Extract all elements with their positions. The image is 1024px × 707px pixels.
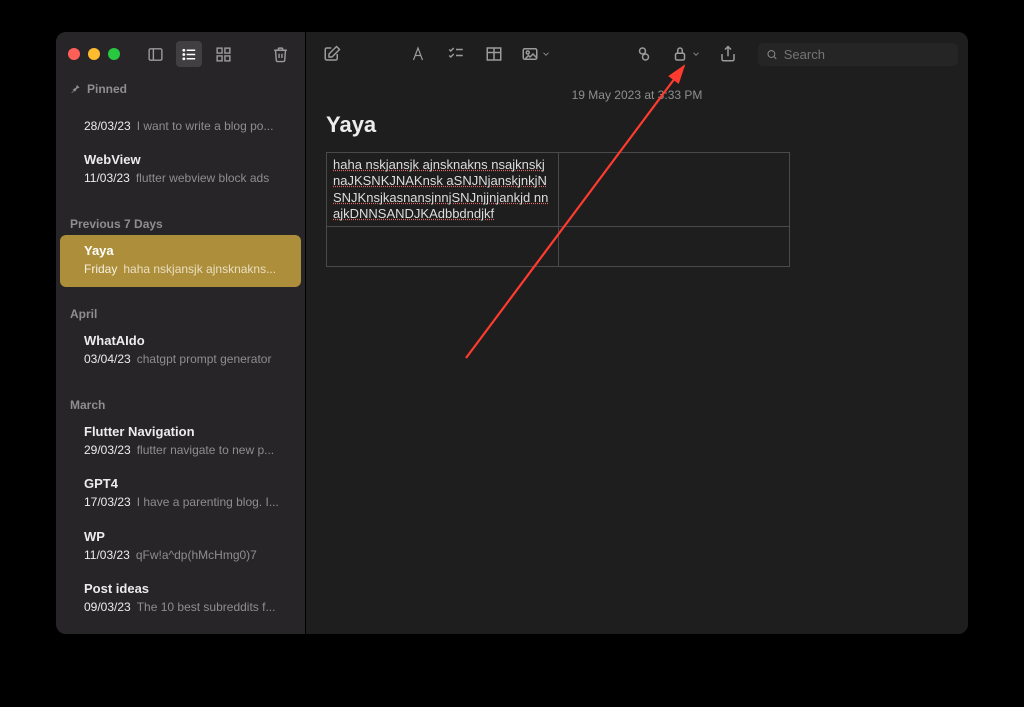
checklist-icon[interactable] [440,40,472,68]
search-input[interactable] [784,47,950,62]
note-item-date: 28/03/23 [84,119,131,135]
note-item-preview: flutter navigate to new p... [137,443,287,459]
pinned-label: Pinned [87,82,127,96]
section-header: Previous 7 Days [56,211,305,235]
table-cell-2-1[interactable] [327,227,559,267]
list-view-icon[interactable] [176,41,202,67]
note-list-item[interactable]: GPT4 17/03/23 I have a parenting blog. I..… [60,468,301,520]
format-text-icon[interactable] [402,40,434,68]
note-item-date: 11/03/23 [84,171,130,187]
main-pane: 19 May 2023 at 3:33 PM Yaya haha nskjans… [306,32,968,634]
main-toolbar [306,32,968,76]
toggle-sidebar-icon[interactable] [142,41,168,67]
section-header: March [56,392,305,416]
note-list-item[interactable]: WhatAIdo 03/04/23 chatgpt prompt generator [60,325,301,377]
note-list-item[interactable]: Post ideas 09/03/23 The 10 best subreddits… [60,573,301,625]
pin-icon [70,84,81,95]
note-item-title: WhatAIdo [84,333,287,350]
note-list-item[interactable]: Yaya Friday haha nskjansjk ajnsknakns... [60,235,301,287]
minimize-window-button[interactable] [88,48,100,60]
note-timestamp: 19 May 2023 at 3:33 PM [326,84,948,112]
lock-icon[interactable] [666,40,706,68]
fullscreen-window-button[interactable] [108,48,120,60]
note-title[interactable]: Yaya [326,112,948,138]
pinned-section-header: Pinned [56,76,305,100]
note-table[interactable]: haha nskjansjk ajnsknakns nsajknskjnaJKS… [326,152,790,267]
note-item-title: WebView [84,152,287,169]
sidebar-toolbar [56,32,305,76]
note-item-date: 29/03/23 [84,443,131,459]
note-item-preview: haha nskjansjk ajnsknakns... [123,262,287,278]
app-window: Pinned ChatGPT prompts28/03/23I want to … [56,32,968,634]
link-icon[interactable] [628,40,660,68]
note-item-title: Yaya [84,243,287,260]
note-editor[interactable]: 19 May 2023 at 3:33 PM Yaya haha nskjans… [306,76,968,287]
note-item-title: WP [84,529,287,546]
search-field[interactable] [758,43,958,66]
note-item-preview: qFw!a^dp(hMcHmg0)7 [136,548,287,564]
note-item-date: 03/04/23 [84,352,131,368]
note-item-date: 09/03/23 [84,600,131,616]
table-icon[interactable] [478,40,510,68]
section-header: April [56,301,305,325]
note-item-title: GPT4 [84,476,287,493]
grid-view-icon[interactable] [210,41,236,67]
note-list-item[interactable]: WebView 11/03/23 flutter webview block ads [60,144,301,196]
note-list-item[interactable]: ChatGPT prompts28/03/23I want to write a… [60,100,301,144]
note-item-date: 17/03/23 [84,495,131,511]
media-icon[interactable] [516,40,556,68]
compose-icon[interactable] [316,40,348,68]
note-item-preview: I have a parenting blog. I... [137,495,287,511]
note-item-title: Flutter Navigation [84,424,287,441]
table-cell-2-2[interactable] [558,227,790,267]
note-list-item[interactable]: WP 11/03/23 qFw!a^dp(hMcHmg0)7 [60,521,301,573]
note-item-preview: chatgpt prompt generator [137,352,287,368]
table-cell-1-2[interactable] [558,153,790,227]
share-icon[interactable] [712,40,744,68]
table-cell-1-1[interactable]: haha nskjansjk ajnsknakns nsajknskjnaJKS… [333,157,552,222]
note-item-date: Friday [84,262,117,278]
notes-list: Pinned ChatGPT prompts28/03/23I want to … [56,76,305,634]
search-icon [766,48,778,61]
note-item-title: Post ideas [84,581,287,598]
window-controls [68,48,120,60]
note-item-preview: flutter webview block ads [136,171,287,187]
note-item-preview: I want to write a blog po... [137,119,287,135]
note-list-item[interactable]: Flutter Navigation 29/03/23 flutter naviga… [60,416,301,468]
sidebar: Pinned ChatGPT prompts28/03/23I want to … [56,32,306,634]
close-window-button[interactable] [68,48,80,60]
note-item-date: 11/03/23 [84,548,130,564]
note-item-preview: The 10 best subreddits f... [137,600,287,616]
trash-icon[interactable] [267,41,293,67]
